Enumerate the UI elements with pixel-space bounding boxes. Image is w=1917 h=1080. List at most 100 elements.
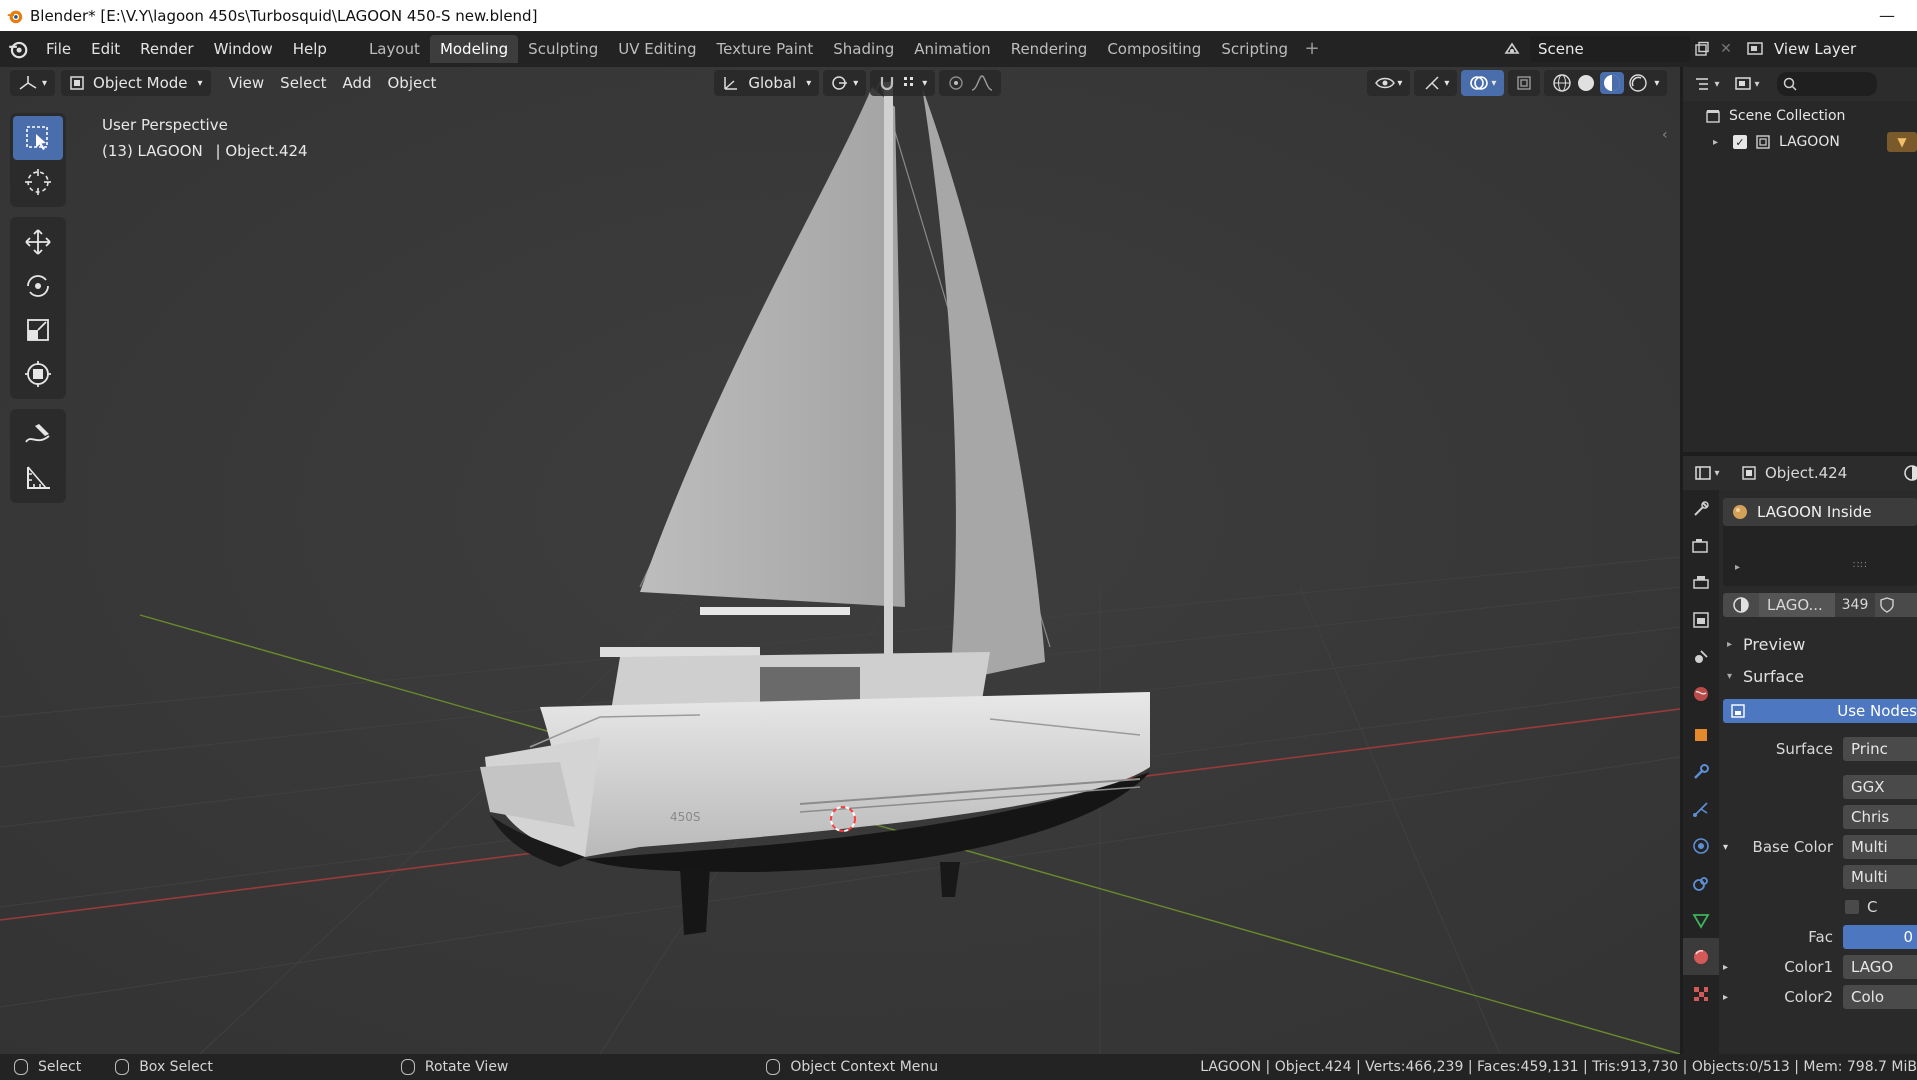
browse-material-icon[interactable] <box>1723 593 1759 617</box>
measure-tool[interactable] <box>13 456 63 500</box>
view-layer-icon[interactable] <box>1744 37 1768 61</box>
chevron-down-icon[interactable]: ▾ <box>1654 78 1659 89</box>
outliner-row-scene-collection[interactable]: Scene Collection <box>1683 103 1917 129</box>
material-slot-row[interactable]: LAGOON Inside <box>1723 498 1917 526</box>
tab-sculpting[interactable]: Sculpting <box>518 35 608 63</box>
outliner-search[interactable] <box>1777 72 1877 96</box>
new-scene-icon[interactable] <box>1690 37 1714 61</box>
object-filter-icon[interactable]: ▼ <box>1887 132 1917 152</box>
view-layer-field[interactable]: View Layer <box>1768 36 1908 62</box>
expanded-arrow-icon[interactable]: ▾ <box>1723 842 1737 853</box>
fac-field[interactable]: 0 <box>1843 925 1917 949</box>
top-bar: File Edit Render Window Help Layout Mode… <box>0 31 1917 67</box>
tab-particles[interactable] <box>1683 790 1719 827</box>
solid-shading-icon[interactable] <box>1576 73 1596 93</box>
material-name-field[interactable]: LAGO... <box>1759 593 1835 617</box>
tab-material[interactable] <box>1683 938 1719 975</box>
select-box-tool[interactable] <box>13 116 63 160</box>
editor-type-button[interactable]: ▾ <box>10 70 56 96</box>
tab-object-data[interactable] <box>1683 901 1719 938</box>
viewport-menu-select[interactable]: Select <box>272 70 334 96</box>
tab-object[interactable] <box>1683 716 1719 753</box>
menu-window[interactable]: Window <box>204 40 283 58</box>
tab-physics[interactable] <box>1683 827 1719 864</box>
xray-toggle[interactable] <box>1508 70 1541 96</box>
menu-edit[interactable]: Edit <box>81 40 130 58</box>
tab-tool[interactable] <box>1683 490 1719 527</box>
use-nodes-button[interactable]: Use Nodes <box>1723 699 1917 723</box>
tab-animation[interactable]: Animation <box>904 35 1000 63</box>
tab-scripting[interactable]: Scripting <box>1211 35 1298 63</box>
scene-icon[interactable] <box>1500 37 1524 61</box>
tab-shading[interactable]: Shading <box>823 35 904 63</box>
subsurface-method-field[interactable]: Chris <box>1843 805 1917 829</box>
tab-uv-editing[interactable]: UV Editing <box>608 35 706 63</box>
tab-texture-paint[interactable]: Texture Paint <box>706 35 823 63</box>
proportional-edit-button[interactable] <box>939 70 1002 96</box>
tab-constraints[interactable] <box>1683 864 1719 901</box>
tab-view-layer[interactable] <box>1683 601 1719 638</box>
color2-field[interactable]: Colo <box>1843 985 1917 1009</box>
minimize-button[interactable]: — <box>1857 0 1917 31</box>
duplicate-material-icon[interactable] <box>1899 593 1917 617</box>
tab-scene[interactable] <box>1683 638 1719 675</box>
collapsed-arrow-icon[interactable]: ▸ <box>1723 992 1737 1003</box>
wireframe-shading-icon[interactable] <box>1552 73 1572 93</box>
fake-user-shield-icon[interactable] <box>1875 593 1899 617</box>
outliner-row-lagoon[interactable]: ▸ ✓ LAGOON ▼ <box>1683 129 1917 155</box>
preview-section-header[interactable]: ▸ Preview <box>1723 628 1917 660</box>
base-color-field[interactable]: Multi <box>1843 835 1917 859</box>
color1-field[interactable]: LAGO <box>1843 955 1917 979</box>
cursor-tool[interactable] <box>13 160 63 204</box>
rendered-shading-icon[interactable] <box>1628 73 1648 93</box>
viewport-menu-view[interactable]: View <box>221 70 273 96</box>
menu-help[interactable]: Help <box>283 40 337 58</box>
rotate-tool[interactable] <box>13 264 63 308</box>
annotate-tool[interactable] <box>13 412 63 456</box>
expand-arrow-icon[interactable]: ▸ <box>1713 137 1727 148</box>
tab-rendering[interactable]: Rendering <box>1001 35 1098 63</box>
distribution-field[interactable]: GGX <box>1843 775 1917 799</box>
3d-viewport[interactable]: 450S ▾ Object Mode ▾ View Select Add Obj… <box>0 67 1680 1054</box>
tab-modifiers[interactable] <box>1683 753 1719 790</box>
tab-world[interactable] <box>1683 675 1719 712</box>
pivot-point-button[interactable]: ▾ <box>823 70 867 96</box>
gizmo-button[interactable]: ▾ <box>1414 70 1458 96</box>
scene-name-field[interactable]: Scene <box>1530 35 1690 62</box>
viewport-menu-object[interactable]: Object <box>380 70 445 96</box>
outliner-editor-icon[interactable]: ▾ <box>1687 72 1727 96</box>
viewport-menu-add[interactable]: Add <box>334 70 379 96</box>
collapsed-arrow-icon[interactable]: ▸ <box>1723 962 1737 973</box>
collection-checkbox[interactable]: ✓ <box>1733 135 1747 149</box>
snap-toggle[interactable]: ▾ <box>870 70 936 96</box>
tab-output[interactable] <box>1683 564 1719 601</box>
display-mode-icon[interactable]: ▾ <box>1727 72 1767 96</box>
tab-compositing[interactable]: Compositing <box>1097 35 1211 63</box>
menu-render[interactable]: Render <box>130 40 203 58</box>
blender-menu-icon[interactable] <box>0 31 36 67</box>
tab-modeling[interactable]: Modeling <box>429 35 519 63</box>
move-tool[interactable] <box>13 220 63 264</box>
add-workspace-button[interactable]: + <box>1298 35 1326 63</box>
mode-dropdown[interactable]: Object Mode ▾ <box>61 70 211 96</box>
blend-type-field[interactable]: Multi <box>1843 865 1917 889</box>
transform-tool[interactable] <box>13 352 63 396</box>
scale-tool[interactable] <box>13 308 63 352</box>
material-preview-icon[interactable] <box>1600 72 1625 94</box>
expand-arrow-icon[interactable]: ▸ <box>1735 562 1740 573</box>
properties-editor-icon[interactable]: ▾ <box>1687 461 1727 485</box>
orientation-dropdown[interactable]: Global ▾ <box>714 70 820 96</box>
resize-handle-icon[interactable]: ∷∷ <box>1853 560 1868 571</box>
visibility-button[interactable]: ▾ <box>1367 70 1411 96</box>
clamp-checkbox[interactable] <box>1845 900 1859 914</box>
tab-layout[interactable]: Layout <box>359 35 430 63</box>
menu-file[interactable]: File <box>36 40 81 58</box>
surface-section-header[interactable]: ▾ Surface <box>1723 660 1917 692</box>
user-count[interactable]: 349 <box>1835 593 1875 617</box>
overlays-button[interactable]: ▾ <box>1461 70 1505 96</box>
surface-shader-field[interactable]: Princ <box>1843 737 1917 761</box>
sidebar-expand-icon[interactable]: ‹ <box>1662 127 1676 155</box>
delete-scene-icon[interactable]: ✕ <box>1714 37 1738 61</box>
tab-render[interactable] <box>1683 527 1719 564</box>
tab-texture[interactable] <box>1683 975 1719 1012</box>
